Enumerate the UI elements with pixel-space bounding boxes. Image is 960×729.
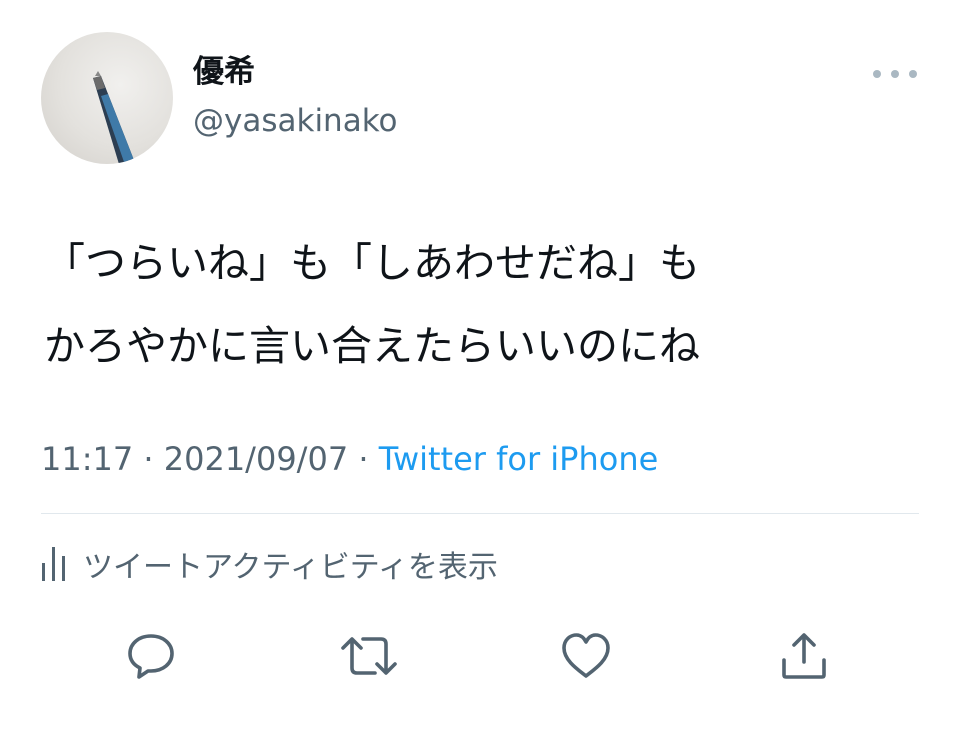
meta-separator: · <box>348 440 379 478</box>
share-button[interactable] <box>774 626 834 686</box>
reply-icon <box>128 634 174 679</box>
tweet-time[interactable]: 11:17 <box>41 440 133 478</box>
tweet-actions <box>0 626 960 686</box>
share-icon <box>782 633 826 679</box>
dot <box>909 70 917 78</box>
reply-button[interactable] <box>121 626 181 686</box>
tweet-text-line: 「つらいね」も「しあわせだね」も <box>44 239 700 287</box>
retweet-icon <box>341 637 397 675</box>
tweet-meta: 11:17 · 2021/09/07 · Twitter for iPhone <box>41 437 658 481</box>
divider <box>41 513 919 514</box>
meta-separator: · <box>133 440 164 478</box>
author-handle[interactable]: @yasakinako <box>193 101 398 141</box>
avatar[interactable] <box>41 32 173 164</box>
bar-chart-icon <box>42 547 65 581</box>
retweet-button[interactable] <box>339 626 399 686</box>
more-options-icon[interactable] <box>873 62 917 86</box>
tweet-date[interactable]: 2021/09/07 <box>164 440 348 478</box>
tweet-text-line: かろやかに言い合えたらいいのにね <box>44 322 700 370</box>
activity-label: ツイートアクティビティを表示 <box>83 550 498 585</box>
tweet-source-link[interactable]: Twitter for iPhone <box>379 440 659 478</box>
dot <box>873 70 881 78</box>
tweet-text: 「つらいね」も「しあわせだね」も かろやかに言い合えたらいいのにね <box>44 222 924 388</box>
author-name[interactable]: 優希 <box>193 52 255 92</box>
like-button[interactable] <box>556 626 616 686</box>
heart-icon <box>562 633 610 678</box>
tweet-activity-link[interactable]: ツイートアクティビティを表示 <box>41 542 498 586</box>
dot <box>891 70 899 78</box>
fountain-pen-image <box>93 71 136 164</box>
